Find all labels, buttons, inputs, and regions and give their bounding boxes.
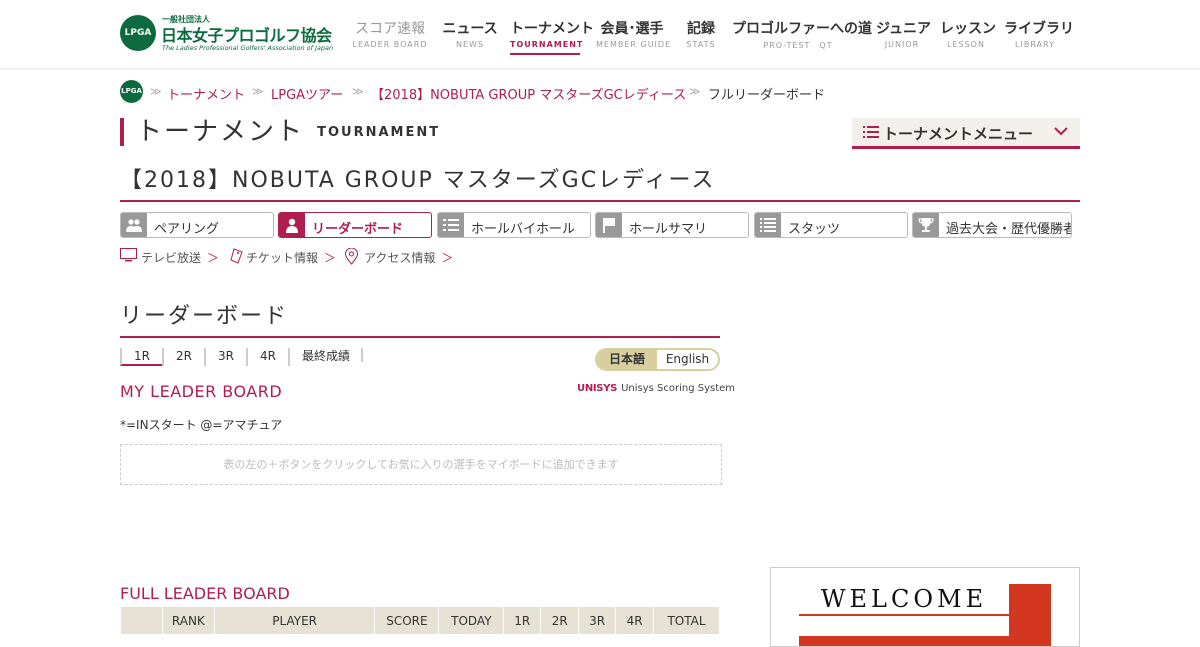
- round-tab-4r[interactable]: 4R: [246, 348, 288, 366]
- logo-main-text: 日本女子プロゴルフ協会: [161, 26, 332, 45]
- round-tab-3r[interactable]: 3R: [204, 348, 246, 366]
- tab-past-winners[interactable]: 過去大会・歴代優勝者: [912, 212, 1072, 238]
- round-tab-2r[interactable]: 2R: [162, 348, 204, 366]
- site-logo[interactable]: LPGA 一般社団法人 日本女子プロゴルフ協会 The Ladies Profe…: [120, 14, 334, 54]
- breadcrumb-event[interactable]: 【2018】NOBUTA GROUP マスターズGCレディース: [371, 84, 686, 103]
- nav-junior[interactable]: ジュニア JUNIOR: [876, 20, 931, 49]
- tab-leaderboard[interactable]: リーダーボード: [278, 212, 432, 238]
- leaderboard-heading: リーダーボード: [120, 298, 720, 338]
- nav-member-guide[interactable]: 会員･選手 MEMBER GUIDE: [596, 20, 670, 49]
- logo-sub-text: The Ladies Professional Golfers' Associa…: [162, 44, 334, 52]
- tab-hole-summary[interactable]: ホールサマリ: [595, 212, 749, 238]
- page-title-en: TOURNAMENT: [317, 124, 441, 140]
- trophy-icon: [913, 213, 939, 237]
- site-header: LPGA 一般社団法人 日本女子プロゴルフ協会 The Ladies Profe…: [0, 0, 1200, 69]
- breadcrumb-tournament[interactable]: トーナメント: [167, 84, 245, 103]
- breadcrumb-separator-icon: ≫: [252, 85, 264, 98]
- nav-leader-board[interactable]: スコア速報 LEADER BOARD: [350, 20, 430, 49]
- tv-icon: [120, 248, 137, 262]
- round-tabs-divider: [361, 348, 363, 362]
- flag-icon: [596, 213, 622, 237]
- column-header-rank[interactable]: RANK: [161, 606, 215, 635]
- breadcrumb-separator-icon: ≫: [352, 85, 364, 98]
- list-icon: [438, 213, 464, 237]
- table-header-row: RANK PLAYER SCORE TODAY 1R 2R 3R 4R TOTA…: [120, 606, 720, 635]
- column-header-3r[interactable]: 3R: [578, 606, 617, 635]
- nav-lesson[interactable]: レッスン LESSON: [940, 20, 996, 49]
- column-header-today[interactable]: TODAY: [438, 606, 505, 635]
- ad-graphic: [799, 616, 1009, 636]
- numbered-list-icon: [755, 213, 781, 237]
- nav-library[interactable]: ライブラリ LIBRARY: [1004, 20, 1074, 49]
- tab-stats[interactable]: スタッツ: [754, 212, 908, 238]
- page-title: トーナメント TOURNAMENT: [120, 118, 440, 146]
- breadcrumb-separator-icon: ≫: [150, 85, 162, 98]
- language-japanese-button[interactable]: 日本語: [597, 350, 657, 369]
- tournament-menu-dropdown[interactable]: トーナメントメニュー: [852, 118, 1080, 149]
- round-tab-final[interactable]: 最終成績: [288, 348, 362, 366]
- round-tab-1r[interactable]: 1R: [120, 348, 162, 366]
- breadcrumb-separator-icon: ≫: [689, 85, 701, 98]
- tab-hole-by-hole[interactable]: ホールバイホール: [437, 212, 591, 238]
- menu-list-icon: [863, 126, 879, 138]
- nav-pro-test[interactable]: プロゴルファーへの道 PRO-TEST QT: [732, 20, 872, 51]
- language-english-button[interactable]: English: [657, 350, 718, 369]
- legend-note: *=INスタート @=アマチュア: [120, 418, 283, 432]
- my-leaderboard-heading: MY LEADER BOARD: [120, 382, 283, 401]
- person-icon: [279, 213, 305, 237]
- full-leaderboard-heading: FULL LEADER BOARD: [120, 584, 290, 603]
- breadcrumb-lpga-tour[interactable]: LPGAツアー: [271, 84, 343, 103]
- full-leaderboard-table: RANK PLAYER SCORE TODAY 1R 2R 3R 4R TOTA…: [120, 606, 720, 635]
- column-header-score[interactable]: SCORE: [374, 606, 440, 635]
- chevron-down-icon: [1054, 127, 1068, 136]
- event-title: 【2018】NOBUTA GROUP マスターズGCレディース: [120, 162, 1080, 202]
- breadcrumb-home-icon[interactable]: LPGA: [120, 80, 143, 103]
- page-title-jp: トーナメント: [136, 117, 305, 147]
- column-header-4r[interactable]: 4R: [615, 606, 655, 635]
- nav-stats[interactable]: 記録 STATS: [682, 20, 720, 49]
- people-icon: [121, 213, 147, 237]
- language-toggle: 日本語 English: [595, 348, 720, 371]
- ticket-icon: [230, 248, 243, 264]
- nav-tournament[interactable]: トーナメント TOURNAMENT: [510, 20, 594, 55]
- column-header-add: [120, 606, 163, 635]
- tournament-subtabs: ペアリング リーダーボード ホールバイホール ホールサマリ スタッツ 過去大会・…: [120, 212, 1080, 238]
- breadcrumb-current: フルリーダーボード: [708, 88, 826, 103]
- column-header-1r[interactable]: 1R: [503, 606, 542, 635]
- map-pin-icon: [345, 248, 358, 265]
- column-header-total[interactable]: TOTAL: [653, 606, 720, 635]
- my-leaderboard-empty: 表の左の＋ボタンをクリックしてお気に入りの選手をマイボードに追加できます: [120, 444, 722, 485]
- nav-news[interactable]: ニュース NEWS: [442, 20, 498, 49]
- tab-pairing[interactable]: ペアリング: [120, 212, 274, 238]
- unisys-mark: UNISYS: [577, 383, 618, 394]
- tournament-menu-label: トーナメントメニュー: [883, 125, 1034, 143]
- ad-welcome-text: WELCOME: [799, 584, 1009, 614]
- lpga-logo-mark: LPGA: [120, 15, 156, 51]
- unisys-logo: UNISYS Unisys Scoring System: [577, 383, 735, 394]
- sidebar-ad-banner[interactable]: WELCOME: [770, 567, 1080, 647]
- column-header-player[interactable]: PLAYER: [213, 606, 376, 635]
- unisys-text: Unisys Scoring System: [621, 383, 736, 394]
- column-header-2r[interactable]: 2R: [540, 606, 580, 635]
